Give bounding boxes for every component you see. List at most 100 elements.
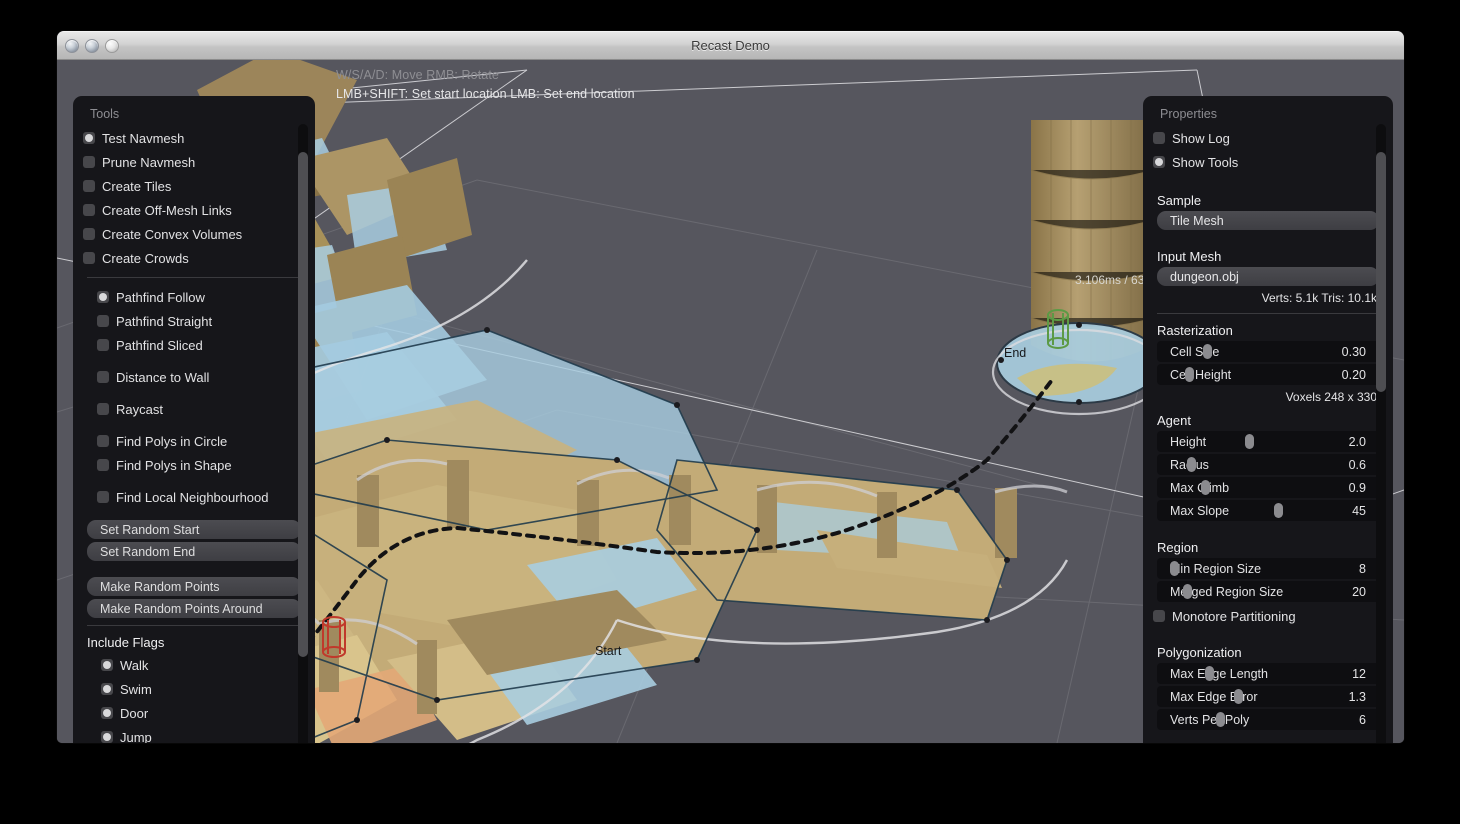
button-label: Make Random Points <box>100 580 220 594</box>
tools-divider-2 <box>87 625 301 626</box>
properties-scrollbar-thumb[interactable] <box>1376 152 1386 392</box>
checkbox-icon[interactable] <box>83 204 95 216</box>
checkbox-checked-icon[interactable] <box>83 132 95 144</box>
slider-max-climb[interactable]: Max Climb0.9 <box>1157 477 1379 498</box>
application-window: Recast Demo <box>57 31 1404 743</box>
button-set-random-end[interactable]: Set Random End <box>87 542 301 561</box>
slider-value: 2.0 <box>1349 435 1366 449</box>
window-titlebar: Recast Demo <box>57 31 1404 60</box>
spacer <box>73 421 315 429</box>
slider-merged-region-size[interactable]: Merged Region Size20 <box>1157 581 1379 602</box>
slider-thumb[interactable] <box>1274 503 1283 518</box>
slider-thumb[interactable] <box>1185 367 1194 382</box>
include-flags-title: Include Flags <box>87 635 315 650</box>
spacer <box>73 389 315 397</box>
slider-thumb[interactable] <box>1234 689 1243 704</box>
checkbox-icon[interactable] <box>83 156 95 168</box>
checkbox-icon[interactable] <box>1153 132 1165 144</box>
tools-panel-title: Tools <box>90 107 119 121</box>
tool-mode-create-tiles[interactable]: Create Tiles <box>73 174 315 198</box>
checkbox-icon[interactable] <box>1153 610 1165 622</box>
slider-max-edge-length[interactable]: Max Edge Length12 <box>1157 663 1379 684</box>
option-label: Find Local Neighbourhood <box>116 490 269 505</box>
tool-mode-test-navmesh[interactable]: Test Navmesh <box>73 126 315 150</box>
checkbox-checked-icon[interactable] <box>101 659 113 671</box>
include-flag-walk[interactable]: Walk <box>73 653 315 677</box>
slider-radius[interactable]: Radius0.6 <box>1157 454 1379 475</box>
slider-cell-size[interactable]: Cell Size0.30 <box>1157 341 1379 362</box>
pathfind-mode-pathfind-sliced[interactable]: Pathfind Sliced <box>73 333 315 357</box>
include-flag-jump[interactable]: Jump <box>73 725 315 743</box>
checkbox-checked-icon[interactable] <box>101 683 113 695</box>
tool-option-distance-to-wall[interactable]: Distance to Wall <box>73 365 315 389</box>
slider-verts-per-poly[interactable]: Verts Per Poly6 <box>1157 709 1379 730</box>
slider-cell-height[interactable]: Cell Height0.20 <box>1157 364 1379 385</box>
start-marker-label: Start <box>595 644 621 658</box>
slider-thumb[interactable] <box>1216 712 1225 727</box>
slider-min-region-size[interactable]: Min Region Size8 <box>1157 558 1379 579</box>
option-label: Show Log <box>1172 131 1230 146</box>
slider-label: Cell Height <box>1170 368 1231 382</box>
button-make-random-points-around[interactable]: Make Random Points Around <box>87 599 301 618</box>
tool-option-raycast[interactable]: Raycast <box>73 397 315 421</box>
slider-thumb[interactable] <box>1170 561 1179 576</box>
include-flag-swim[interactable]: Swim <box>73 677 315 701</box>
polygonization-title: Polygonization <box>1157 645 1393 660</box>
help-text-mouse: LMB+SHIFT: Set start location LMB: Set e… <box>336 87 635 101</box>
checkbox-icon[interactable] <box>97 491 109 503</box>
tools-scrollbar-thumb[interactable] <box>298 152 308 657</box>
checkbox-icon[interactable] <box>97 315 109 327</box>
slider-thumb[interactable] <box>1205 666 1214 681</box>
tool-option-find-polys-in-circle[interactable]: Find Polys in Circle <box>73 429 315 453</box>
slider-thumb[interactable] <box>1201 480 1210 495</box>
checkbox-icon[interactable] <box>97 459 109 471</box>
input-mesh-value: dungeon.obj <box>1170 270 1239 284</box>
slider-thumb[interactable] <box>1245 434 1254 449</box>
3d-viewport[interactable]: W/S/A/D: Move RMB: Rotate LMB+SHIFT: Set… <box>57 60 1404 743</box>
checkbox-checked-icon[interactable] <box>97 291 109 303</box>
checkbox-icon[interactable] <box>83 180 95 192</box>
checkbox-icon[interactable] <box>97 435 109 447</box>
slider-max-edge-error[interactable]: Max Edge Error1.3 <box>1157 686 1379 707</box>
checkbox-icon[interactable] <box>83 228 95 240</box>
option-label: Jump <box>120 730 152 744</box>
properties-toggle-monotore-partitioning[interactable]: Monotore Partitioning <box>1143 604 1393 628</box>
tool-mode-create-crowds[interactable]: Create Crowds <box>73 246 315 270</box>
slider-max-slope[interactable]: Max Slope45 <box>1157 500 1379 521</box>
section-divider <box>1157 313 1379 314</box>
include-flag-door[interactable]: Door <box>73 701 315 725</box>
pathfind-mode-pathfind-straight[interactable]: Pathfind Straight <box>73 309 315 333</box>
tool-mode-create-off-mesh-links[interactable]: Create Off-Mesh Links <box>73 198 315 222</box>
checkbox-checked-icon[interactable] <box>1153 156 1165 168</box>
slider-value: 12 <box>1352 667 1366 681</box>
checkbox-icon[interactable] <box>97 403 109 415</box>
checkbox-icon[interactable] <box>83 252 95 264</box>
checkbox-icon[interactable] <box>97 339 109 351</box>
properties-toggle-show-tools[interactable]: Show Tools <box>1143 150 1393 174</box>
option-label: Distance to Wall <box>116 370 209 385</box>
tool-option-find-local-neighbourhood[interactable]: Find Local Neighbourhood <box>73 485 315 509</box>
properties-toggle-show-log[interactable]: Show Log <box>1143 126 1393 150</box>
slider-label: Max Edge Error <box>1170 690 1258 704</box>
tools-scrollbar-track[interactable] <box>298 124 308 743</box>
button-make-random-points[interactable]: Make Random Points <box>87 577 301 596</box>
sample-select[interactable]: Tile Mesh <box>1157 211 1379 230</box>
slider-thumb[interactable] <box>1203 344 1212 359</box>
option-label: Create Crowds <box>102 251 189 266</box>
option-label: Find Polys in Circle <box>116 434 227 449</box>
input-mesh-select[interactable]: dungeon.obj <box>1157 267 1379 286</box>
tools-panel-body: Test NavmeshPrune NavmeshCreate TilesCre… <box>73 126 315 743</box>
checkbox-icon[interactable] <box>97 371 109 383</box>
properties-panel: Properties Show LogShow ToolsSampleTile … <box>1143 96 1393 743</box>
properties-scrollbar-track[interactable] <box>1376 124 1386 743</box>
button-set-random-start[interactable]: Set Random Start <box>87 520 301 539</box>
checkbox-checked-icon[interactable] <box>101 707 113 719</box>
pathfind-mode-pathfind-follow[interactable]: Pathfind Follow <box>73 285 315 309</box>
checkbox-checked-icon[interactable] <box>101 731 113 743</box>
tool-mode-create-convex-volumes[interactable]: Create Convex Volumes <box>73 222 315 246</box>
tool-mode-prune-navmesh[interactable]: Prune Navmesh <box>73 150 315 174</box>
slider-thumb[interactable] <box>1187 457 1196 472</box>
slider-height[interactable]: Height2.0 <box>1157 431 1379 452</box>
slider-thumb[interactable] <box>1183 584 1192 599</box>
tool-option-find-polys-in-shape[interactable]: Find Polys in Shape <box>73 453 315 477</box>
